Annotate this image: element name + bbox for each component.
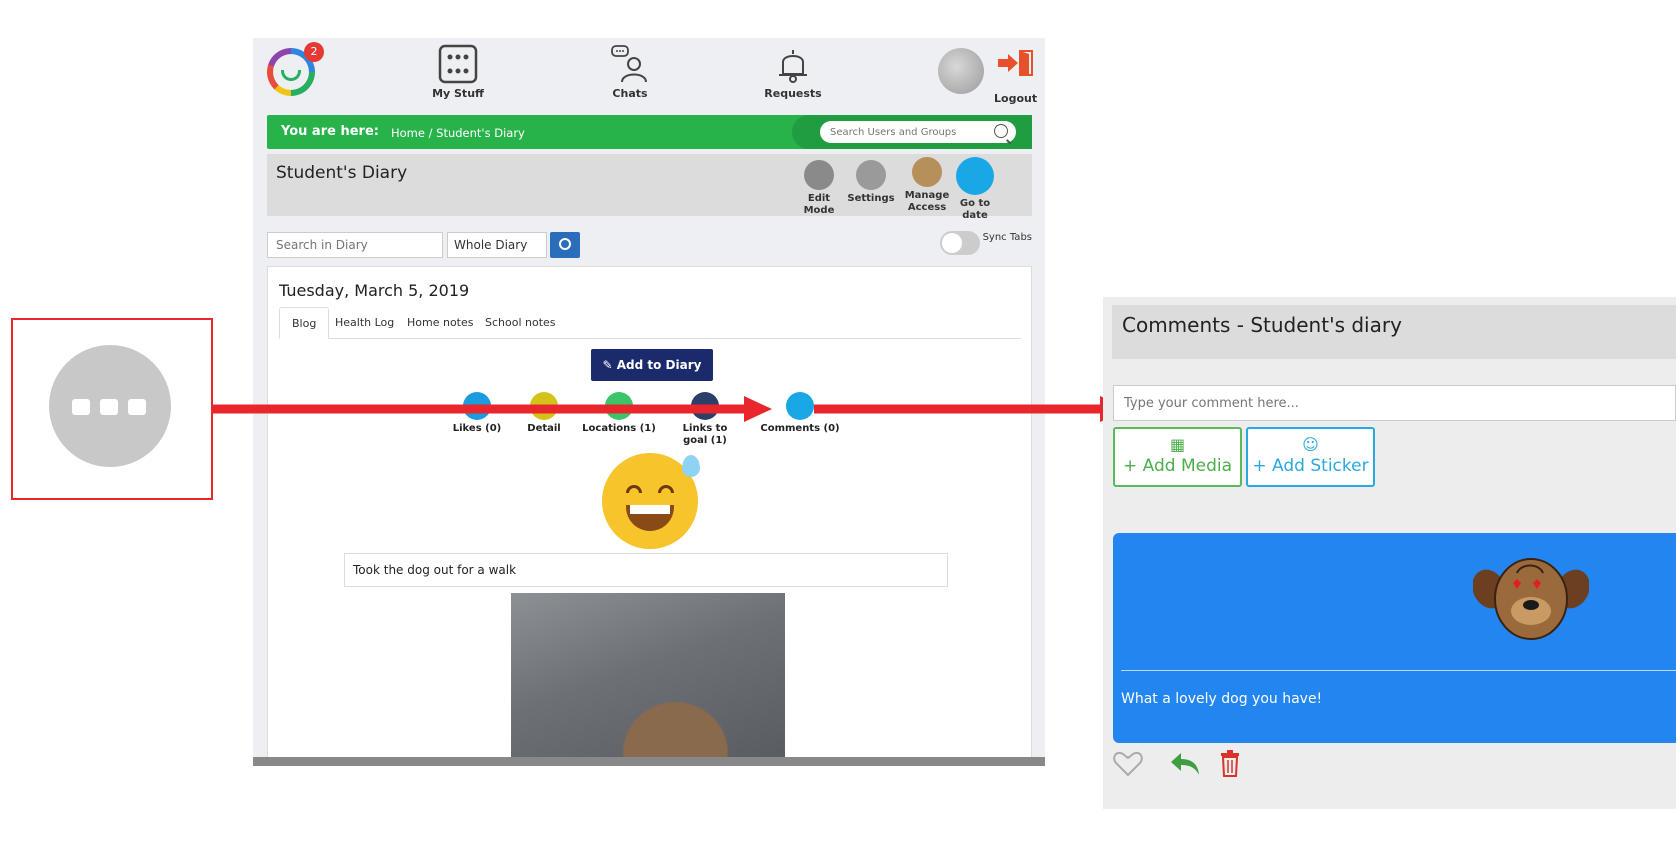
tool-label: Settings bbox=[847, 193, 895, 204]
gear-icon bbox=[856, 160, 886, 190]
grid-icon bbox=[438, 44, 478, 84]
edit-icon: ✎ bbox=[602, 358, 617, 372]
eye-icon bbox=[530, 392, 558, 420]
links-to-goal-action[interactable]: Links to goal (1) bbox=[670, 392, 740, 447]
annotated-screenshot: 2 My Stuff Chats Requests Logout You are… bbox=[0, 0, 1676, 865]
nav-label: Requests bbox=[764, 87, 822, 100]
comments-header: Comments - Student's diary bbox=[1112, 305, 1676, 359]
go-to-date-button[interactable]: Go to date bbox=[947, 157, 1003, 222]
bell-icon bbox=[773, 44, 813, 84]
add-to-diary-button[interactable]: ✎ Add to Diary bbox=[591, 349, 713, 381]
comment-actions bbox=[1113, 749, 1313, 779]
nav-label: My Stuff bbox=[432, 87, 484, 100]
diary-entry-card: Tuesday, March 5, 2019 Blog Health Log H… bbox=[267, 266, 1032, 766]
notification-badge: 2 bbox=[304, 42, 324, 62]
comments-title: Comments - Student's diary bbox=[1122, 313, 1402, 337]
nav-my-stuff[interactable]: My Stuff bbox=[413, 44, 503, 100]
page-header: Student's Diary Edit Mode Settings Manag… bbox=[267, 154, 1032, 221]
target-icon bbox=[691, 392, 719, 420]
reply-icon[interactable] bbox=[1169, 751, 1201, 777]
app-logo[interactable]: 2 bbox=[267, 42, 324, 96]
tab-blog[interactable]: Blog bbox=[279, 307, 330, 339]
comment-text: What a lovely dog you have! bbox=[1121, 691, 1323, 707]
diary-app-window: 2 My Stuff Chats Requests Logout You are… bbox=[253, 38, 1045, 766]
action-label: Comments (0) bbox=[760, 423, 840, 434]
locations-action[interactable]: Locations (1) bbox=[579, 392, 659, 435]
button-label: + Add Sticker bbox=[1252, 456, 1369, 476]
comments-panel: Comments - Student's diary ▦ + Add Media… bbox=[1103, 297, 1676, 809]
action-label: Locations (1) bbox=[582, 423, 656, 434]
entry-date: Tuesday, March 5, 2019 bbox=[279, 281, 470, 300]
chat-person-icon bbox=[610, 44, 650, 84]
settings-button[interactable]: Settings bbox=[843, 160, 899, 205]
comment-card: What a lovely dog you have! bbox=[1113, 533, 1676, 743]
key-icon bbox=[912, 157, 942, 187]
comments-action[interactable]: Comments (0) bbox=[760, 392, 840, 435]
breadcrumb-bar: You are here: Home / Student's Diary bbox=[267, 115, 1032, 149]
edit-mode-button[interactable]: Edit Mode bbox=[791, 160, 847, 217]
search-icon[interactable] bbox=[994, 124, 1008, 138]
tool-label: Go to date bbox=[959, 198, 991, 221]
button-label: + Add Media bbox=[1122, 456, 1233, 476]
comment-input[interactable] bbox=[1113, 385, 1676, 421]
logout-label: Logout bbox=[994, 92, 1038, 105]
search-button[interactable] bbox=[550, 232, 580, 258]
more-options-icon bbox=[49, 345, 171, 467]
top-navigation: 2 My Stuff Chats Requests Logout bbox=[253, 38, 1045, 110]
heart-icon[interactable] bbox=[1113, 751, 1143, 777]
dog-sticker-icon bbox=[1472, 553, 1590, 641]
nav-chats[interactable]: Chats bbox=[585, 44, 675, 100]
detail-action[interactable]: Detail bbox=[524, 392, 564, 435]
logout-icon bbox=[998, 50, 1034, 76]
tab-school-notes[interactable]: School notes bbox=[473, 307, 568, 339]
trash-icon[interactable] bbox=[1219, 749, 1241, 777]
breadcrumb-prefix: You are here: bbox=[281, 124, 379, 139]
thumbs-up-icon bbox=[463, 392, 491, 420]
page-title: Student's Diary bbox=[276, 163, 408, 183]
logout-button[interactable]: Logout bbox=[938, 46, 1038, 106]
comment-divider bbox=[1121, 670, 1676, 671]
sync-tabs-label: Sync Tabs bbox=[982, 232, 1032, 243]
action-label: Links to goal (1) bbox=[682, 423, 728, 446]
pencil-icon bbox=[804, 160, 834, 190]
add-media-button[interactable]: ▦ + Add Media bbox=[1113, 427, 1242, 487]
tab-health-log[interactable]: Health Log bbox=[323, 307, 406, 339]
film-icon: ▦ bbox=[1169, 435, 1186, 454]
nav-label: Chats bbox=[612, 87, 648, 100]
entry-note: Took the dog out for a walk bbox=[344, 553, 948, 587]
nav-requests[interactable]: Requests bbox=[748, 44, 838, 100]
user-search-area bbox=[792, 115, 1032, 149]
mood-emoji-icon bbox=[602, 453, 700, 549]
search-users-input[interactable] bbox=[820, 121, 1016, 143]
likes-action[interactable]: Likes (0) bbox=[437, 392, 517, 435]
tab-home-notes[interactable]: Home notes bbox=[395, 307, 486, 339]
dog-photo[interactable] bbox=[511, 593, 785, 766]
smiley-icon: ☺ bbox=[1302, 435, 1319, 454]
breadcrumb[interactable]: Home / Student's Diary bbox=[391, 126, 525, 140]
location-pin-icon bbox=[605, 392, 633, 420]
diary-search-input[interactable] bbox=[267, 232, 443, 258]
entry-tabs: Blog Health Log Home notes School notes bbox=[279, 307, 1021, 339]
comments-icon bbox=[786, 392, 814, 420]
tool-label: Manage Access bbox=[904, 190, 950, 213]
sync-tabs-toggle[interactable] bbox=[940, 231, 980, 255]
bottom-bar bbox=[253, 757, 1045, 766]
search-scope-select[interactable]: Whole Diary bbox=[447, 232, 547, 258]
zoom-callout bbox=[11, 318, 213, 500]
avatar bbox=[938, 48, 984, 94]
calendar-icon bbox=[956, 157, 994, 195]
tool-label: Edit Mode bbox=[803, 193, 835, 216]
add-sticker-button[interactable]: ☺ + Add Sticker bbox=[1246, 427, 1375, 487]
button-label: Add to Diary bbox=[616, 358, 702, 372]
action-label: Likes (0) bbox=[452, 423, 502, 434]
diary-search-row: Whole Diary Sync Tabs bbox=[267, 231, 1032, 258]
action-label: Detail bbox=[527, 423, 561, 434]
